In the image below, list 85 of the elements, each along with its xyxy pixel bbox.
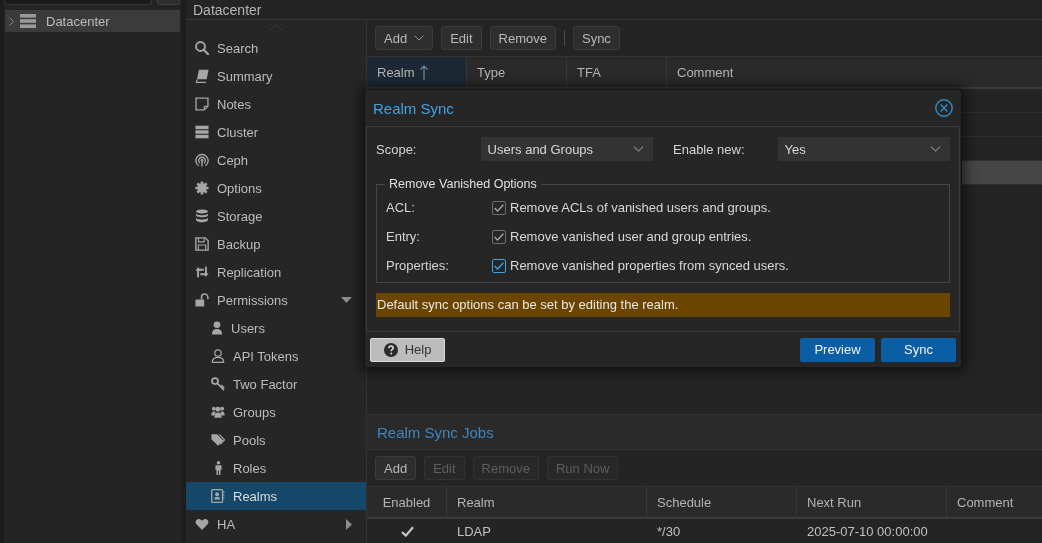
dropdown-button[interactable]: Add (375, 26, 434, 50)
checkbox[interactable] (492, 229, 506, 244)
tree-item[interactable]: Datacenter (5, 10, 180, 32)
checkbox-label[interactable]: Remove vanished user and group entries. (510, 229, 752, 244)
panel-title: Realm Sync Jobs (367, 414, 1042, 450)
checkbox-label[interactable]: Remove ACLs of vanished users and groups. (510, 200, 771, 215)
field-label: Scope: (376, 141, 418, 157)
book-icon (195, 69, 209, 83)
column-header[interactable]: Comment (667, 57, 1042, 87)
table-cell-text: */30 (656, 522, 682, 541)
nav-item[interactable]: Replication (186, 258, 366, 286)
padlock-icon (195, 293, 209, 307)
field-label: ACL: (386, 200, 416, 215)
nav-item[interactable]: Ceph (186, 146, 366, 174)
help-icon (383, 342, 398, 357)
dropdown-field[interactable]: Yes (777, 137, 950, 161)
server-icon (195, 125, 209, 139)
page-title: Datacenter (193, 1, 262, 18)
nav-item[interactable]: Notes (186, 90, 366, 118)
key-icon (211, 377, 225, 391)
action-button[interactable]: Preview (800, 337, 875, 362)
column-header[interactable]: Realm (447, 487, 647, 517)
field-label: Properties: (386, 258, 450, 273)
nav-item[interactable]: Search (186, 34, 366, 62)
user-icon (211, 321, 223, 335)
heart-icon (195, 517, 209, 531)
dropdown-field[interactable]: Users and Groups (480, 137, 653, 161)
nav-item[interactable]: Permissions (186, 286, 366, 314)
close-icon[interactable] (935, 99, 953, 117)
group-legend: Remove Vanished Options (385, 177, 541, 192)
caret-right-icon[interactable] (346, 518, 352, 530)
nav-item[interactable]: Pools (186, 426, 366, 454)
people-icon (211, 405, 225, 419)
nav-item[interactable]: Realms (186, 482, 366, 510)
nav-item[interactable]: Summary (186, 62, 366, 90)
field-label: Entry: (386, 229, 421, 244)
toolbar-button[interactable]: Add (375, 456, 417, 480)
nav-item[interactable]: Cluster (186, 118, 366, 146)
nav-item[interactable]: API Tokens (186, 342, 366, 370)
up-arrow-icon (419, 64, 428, 80)
chevron-right-icon[interactable] (9, 16, 14, 26)
column-header[interactable]: TFA (567, 57, 667, 87)
column-header[interactable]: Enabled (367, 487, 447, 517)
nav-item[interactable]: Two Factor (186, 370, 366, 398)
column-header[interactable]: Comment (947, 487, 1042, 517)
view-selector-field[interactable] (4, 0, 152, 5)
column-header[interactable]: Type (467, 57, 567, 87)
toolbar-button[interactable]: Remove (489, 26, 556, 50)
server-icon (20, 14, 36, 28)
checkbox[interactable] (492, 258, 506, 273)
search-icon (195, 41, 209, 55)
gear-icon (195, 181, 209, 195)
nav-item[interactable]: Roles (186, 454, 366, 482)
nav-item[interactable]: Options (186, 174, 366, 202)
arcs-icon (195, 153, 209, 167)
user-outline-icon (211, 349, 225, 363)
tags-icon (211, 433, 225, 447)
nav-item[interactable]: Storage (186, 202, 366, 230)
table-cell-text: 2025-07-10 00:00:00 (806, 522, 929, 541)
chevron-down-icon (414, 35, 425, 41)
column-header[interactable]: Schedule (647, 487, 797, 517)
note-icon (195, 97, 209, 111)
chevron-down-icon (930, 146, 941, 152)
nav-item[interactable]: Users (186, 314, 366, 342)
nav-item[interactable]: Backup (186, 230, 366, 258)
column-header[interactable]: Next Run (797, 487, 947, 517)
info-banner: Default sync options can be set by editing the realm. (376, 293, 950, 317)
database-icon (195, 209, 209, 223)
toolbar-button[interactable]: Edit (441, 26, 482, 50)
field-label: Enable new: (673, 141, 746, 157)
column-header[interactable]: Realm (367, 57, 467, 87)
action-button[interactable]: Sync (881, 337, 956, 362)
help-button[interactable]: Help (370, 337, 445, 362)
table-cell-text: LDAP (456, 522, 492, 541)
standing-figure-icon (214, 461, 222, 475)
dialog-title: Realm Sync (373, 99, 454, 117)
contact-card-icon (211, 489, 225, 503)
checkbox[interactable] (492, 200, 506, 215)
repeat-arrows-icon (195, 265, 209, 279)
nav-item[interactable]: Groups (186, 398, 366, 426)
nav-item[interactable]: HA (186, 510, 366, 538)
chevron-down-icon (633, 146, 644, 152)
toolbar-button[interactable]: Sync (572, 26, 620, 50)
caret-down-icon[interactable] (341, 297, 352, 303)
checkbox-label[interactable]: Remove vanished properties from synced users. (510, 258, 789, 273)
